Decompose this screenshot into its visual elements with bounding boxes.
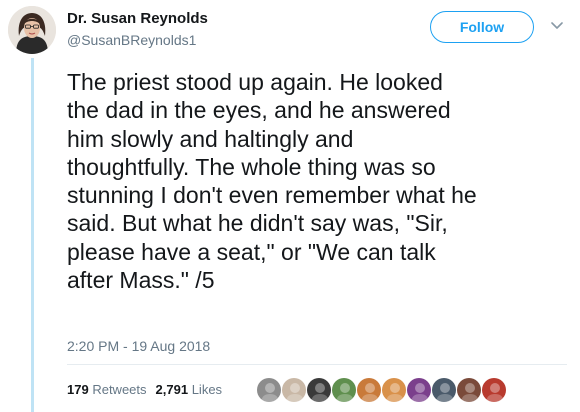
- liker-avatar-5[interactable]: [356, 377, 382, 403]
- tweet-text-line: stunning I don't even remember what he: [67, 182, 477, 209]
- liker-avatar-8[interactable]: [431, 377, 457, 403]
- liker-avatar-7[interactable]: [406, 377, 432, 403]
- likes-label: Likes: [191, 382, 223, 397]
- tweet-timestamp[interactable]: 2:20 PM - 19 Aug 2018: [67, 338, 210, 354]
- tweet-text-line: thoughtfully. The whole thing was so: [67, 153, 436, 180]
- likes-count: 2,791: [155, 382, 189, 397]
- engagement-stats: 179 Retweets 2,791 Likes: [67, 382, 222, 397]
- tweet-text-line: the dad in the eyes, and he answered: [67, 97, 451, 124]
- chevron-down-icon[interactable]: [550, 19, 564, 33]
- tweet-text-line: him slowly and haltingly and: [67, 125, 354, 152]
- liker-avatar-1[interactable]: [256, 377, 282, 403]
- liker-avatar-9[interactable]: [456, 377, 482, 403]
- tweet-text-line: please have a seat," or "We can talk: [67, 238, 436, 265]
- stats-divider: [67, 364, 567, 365]
- author-name[interactable]: Dr. Susan Reynolds: [67, 10, 208, 27]
- author-avatar[interactable]: [8, 6, 56, 54]
- liker-avatar-6[interactable]: [381, 377, 407, 403]
- author-avatar-image: [8, 6, 56, 54]
- liker-avatar-4[interactable]: [331, 377, 357, 403]
- likes-stat[interactable]: 2,791 Likes: [156, 382, 223, 397]
- retweets-count: 179: [67, 382, 89, 397]
- liker-avatar-2[interactable]: [281, 377, 307, 403]
- retweets-label: Retweets: [92, 382, 147, 397]
- tweet-text-line: after Mass." /5: [67, 267, 215, 294]
- tweet-text: The priest stood up again. He looked the…: [67, 68, 567, 294]
- follow-button[interactable]: Follow: [430, 11, 534, 43]
- thread-connector-line: [31, 58, 34, 412]
- tweet-text-line: The priest stood up again. He looked: [67, 69, 443, 95]
- author-handle[interactable]: @SusanBReynolds1: [67, 32, 196, 48]
- tweet-text-line: said. But what he didn't say was, "Sir,: [67, 210, 448, 237]
- liker-avatar-10[interactable]: [481, 377, 507, 403]
- liker-avatar-3[interactable]: [306, 377, 332, 403]
- retweets-stat[interactable]: 179 Retweets: [67, 382, 147, 397]
